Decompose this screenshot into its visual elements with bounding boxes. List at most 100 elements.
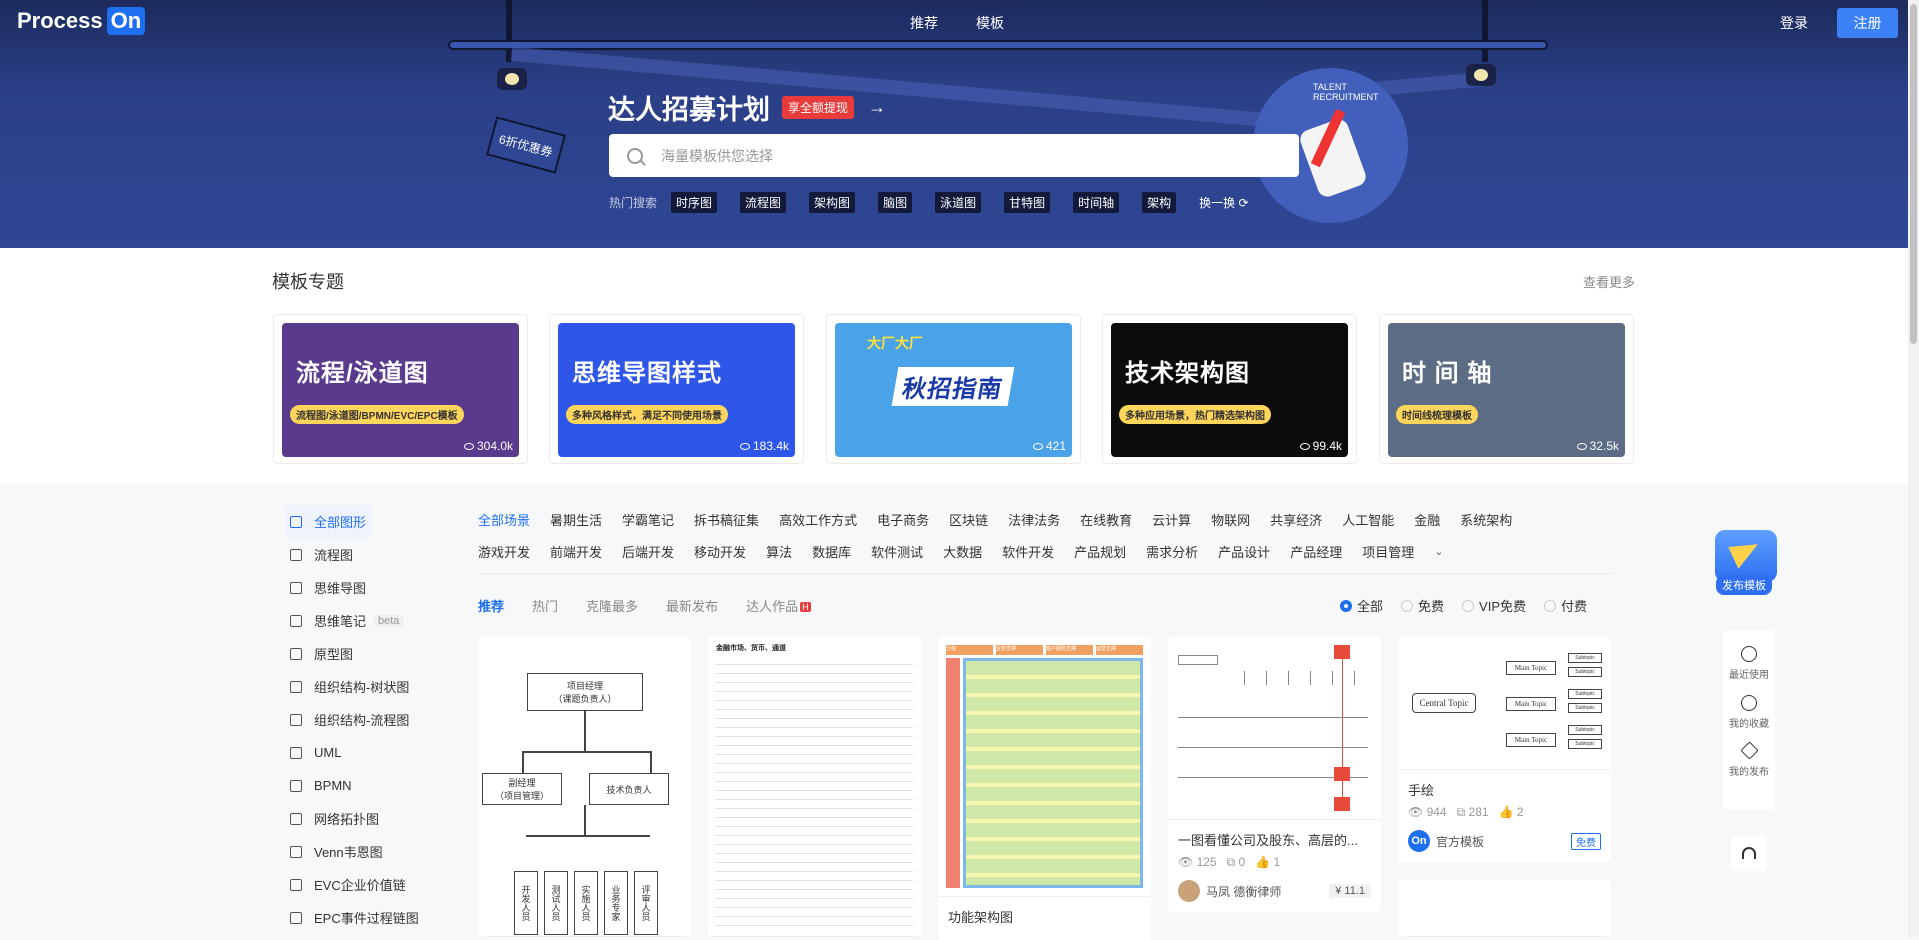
login-link[interactable]: 登录: [1780, 13, 1808, 33]
search-box[interactable]: [609, 134, 1299, 177]
category-row1-1[interactable]: 暑期生活: [550, 510, 602, 529]
category-row1-2[interactable]: 学霸笔记: [622, 510, 674, 529]
hot-tag[interactable]: 架构: [1142, 192, 1177, 213]
search-icon: [627, 147, 643, 164]
template-card[interactable]: [1398, 880, 1611, 937]
sidebar-item-epc[interactable]: EPC事件过程链图: [286, 901, 446, 934]
tab-newest[interactable]: 最新发布: [666, 596, 718, 615]
sidebar-item-all[interactable]: 全部图形: [286, 505, 372, 538]
publish-template-button[interactable]: 发布模板: [1712, 528, 1780, 596]
sidebar-item-evc[interactable]: EVC企业价值链: [286, 868, 446, 901]
likes-stat: 👍 1: [1255, 855, 1281, 869]
category-row1-8[interactable]: 在线教育: [1080, 510, 1132, 529]
hero-title[interactable]: 达人招募计划 享全额提现 →: [608, 88, 886, 127]
tab-hot[interactable]: 热门: [532, 596, 558, 615]
category-row1-4[interactable]: 高效工作方式: [779, 510, 857, 529]
category-row1-3[interactable]: 拆书稿征集: [694, 510, 759, 529]
sort-tabs: 推荐 热门 克隆最多 最新发布 达人作品 H: [478, 596, 811, 615]
topic-card[interactable]: 秋招指南 大厂大厂 421: [826, 314, 1081, 464]
template-card[interactable]: 项目经理 （课题负责人） 副经理 （项目管理） 技术负责人 开发人员 测试人员 …: [478, 637, 691, 937]
expand-categories-icon[interactable]: ⌄: [1434, 545, 1443, 558]
logo[interactable]: Process On: [17, 7, 146, 35]
sidebar-item-flowchart[interactable]: 流程图: [286, 538, 446, 571]
filter-free[interactable]: 免费: [1401, 596, 1444, 615]
category-row1-6[interactable]: 区块链: [949, 510, 988, 529]
category-row2-1[interactable]: 前端开发: [550, 542, 602, 561]
sidebar-item-network[interactable]: 网络拓扑图: [286, 802, 446, 835]
sidebar-item-org-flow[interactable]: 组织结构-流程图: [286, 703, 446, 736]
hot-tag[interactable]: 泳道图: [935, 192, 982, 213]
topic-card[interactable]: 流程/泳道图 流程图/泳道图/BPMN/EVC/EPC模板 304.0k: [273, 314, 528, 464]
template-card[interactable]: 金融市场、货币、通道: [708, 637, 921, 937]
category-row2-2[interactable]: 后端开发: [622, 542, 674, 561]
avatar[interactable]: [1178, 880, 1200, 902]
my-favorites-button[interactable]: 我的收藏: [1729, 695, 1769, 730]
category-row1-5[interactable]: 电子商务: [877, 510, 929, 529]
category-row1-12[interactable]: 人工智能: [1342, 510, 1394, 529]
category-row2-10[interactable]: 需求分析: [1146, 542, 1198, 561]
avatar[interactable]: On: [1408, 830, 1430, 852]
hot-tag[interactable]: 架构图: [809, 192, 856, 213]
template-card[interactable]: Central Topic Main Topic Main Topic Main…: [1398, 637, 1611, 862]
category-row2-6[interactable]: 软件测试: [871, 542, 923, 561]
category-row2-9[interactable]: 产品规划: [1074, 542, 1126, 561]
nav-templates[interactable]: 模板: [976, 13, 1004, 33]
category-row1-7[interactable]: 法律法务: [1008, 510, 1060, 529]
my-published-button[interactable]: 我的发布: [1729, 741, 1769, 778]
customer-support-button[interactable]: [1731, 835, 1767, 871]
sidebar-item-org-tree[interactable]: 组织结构-树状图: [286, 670, 446, 703]
topic-card[interactable]: 技术架构图 多种应用场景，热门精选架构图 99.4k: [1102, 314, 1357, 464]
category-row1-13[interactable]: 金融: [1414, 510, 1440, 529]
category-row2-5[interactable]: 数据库: [812, 542, 851, 561]
category-row2-11[interactable]: 产品设计: [1218, 542, 1270, 561]
hot-tag[interactable]: 流程图: [740, 192, 787, 213]
price-filters: 全部 免费 VIP免费 付费: [1340, 596, 1587, 615]
sidebar-item-notes[interactable]: 思维笔记 beta: [286, 604, 446, 637]
category-row2-4[interactable]: 算法: [766, 542, 792, 561]
category-row1-0[interactable]: 全部场景: [478, 510, 530, 529]
sidebar-item-prototype[interactable]: 原型图: [286, 637, 446, 670]
hot-tag[interactable]: 时间轴: [1073, 192, 1120, 213]
hot-tag[interactable]: 时序图: [671, 192, 718, 213]
category-row1-9[interactable]: 云计算: [1152, 510, 1191, 529]
arrow-right-icon[interactable]: →: [868, 97, 886, 118]
template-card[interactable]: 分级 业务支撑 客户服务支撑 运营支撑 功能架构图: [938, 637, 1151, 940]
search-input[interactable]: [661, 147, 1261, 164]
hot-tag[interactable]: 甘特图: [1004, 192, 1051, 213]
category-row2-7[interactable]: 大数据: [943, 542, 982, 561]
sidebar-item-venn[interactable]: Venn韦恩图: [286, 835, 446, 868]
filter-paid[interactable]: 付费: [1544, 596, 1587, 615]
category-row2-3[interactable]: 移动开发: [694, 542, 746, 561]
filter-vip-free[interactable]: VIP免费: [1462, 596, 1526, 615]
tab-most-cloned[interactable]: 克隆最多: [586, 596, 638, 615]
tab-recommend[interactable]: 推荐: [478, 596, 504, 615]
flowchart-icon: [290, 548, 302, 561]
recent-used-button[interactable]: 最近使用: [1729, 646, 1769, 681]
refresh-hot-button[interactable]: 换一换 ⟳: [1199, 194, 1248, 211]
org-flow-icon: [290, 713, 302, 726]
see-more-link[interactable]: 查看更多: [1583, 272, 1635, 291]
sidebar-item-mindmap[interactable]: 思维导图: [286, 571, 446, 604]
topic-card[interactable]: 时 间 轴 时间线梳理模板 32.5k: [1379, 314, 1634, 464]
category-row2-12[interactable]: 产品经理: [1290, 542, 1342, 561]
topic-card[interactable]: 思维导图样式 多种风格样式，满足不同使用场景 183.4k: [549, 314, 804, 464]
divider: [478, 573, 1613, 574]
hot-tag[interactable]: 脑图: [878, 192, 913, 213]
sidebar-item-bpmn[interactable]: BPMN: [286, 769, 446, 802]
sidebar-item-uml[interactable]: UML: [286, 736, 446, 769]
signup-button[interactable]: 注册: [1837, 8, 1898, 38]
scrollbar[interactable]: [1908, 0, 1919, 937]
category-row2-8[interactable]: 软件开发: [1002, 542, 1054, 561]
category-row1-14[interactable]: 系统架构: [1460, 510, 1512, 529]
category-row2-0[interactable]: 游戏开发: [478, 542, 530, 561]
hot-search: 热门搜索 时序图 流程图 架构图 脑图 泳道图 甘特图 时间轴 架构 换一换 ⟳: [609, 192, 1249, 213]
category-row1-11[interactable]: 共享经济: [1270, 510, 1322, 529]
topics-title: 模板专题: [272, 272, 344, 292]
template-stats: 👁 944 ⧉ 281 👍 2: [1398, 799, 1611, 826]
category-row2-13[interactable]: 项目管理: [1362, 542, 1414, 561]
template-card[interactable]: 一图看懂公司及股东、高层的... 👁 125 ⧉ 0 👍 1 马凤 德衡律师 ¥…: [1168, 637, 1381, 912]
tab-talent-works[interactable]: 达人作品 H: [746, 596, 811, 615]
filter-all[interactable]: 全部: [1340, 596, 1383, 615]
nav-recommend[interactable]: 推荐: [910, 13, 938, 33]
category-row1-10[interactable]: 物联网: [1211, 510, 1250, 529]
